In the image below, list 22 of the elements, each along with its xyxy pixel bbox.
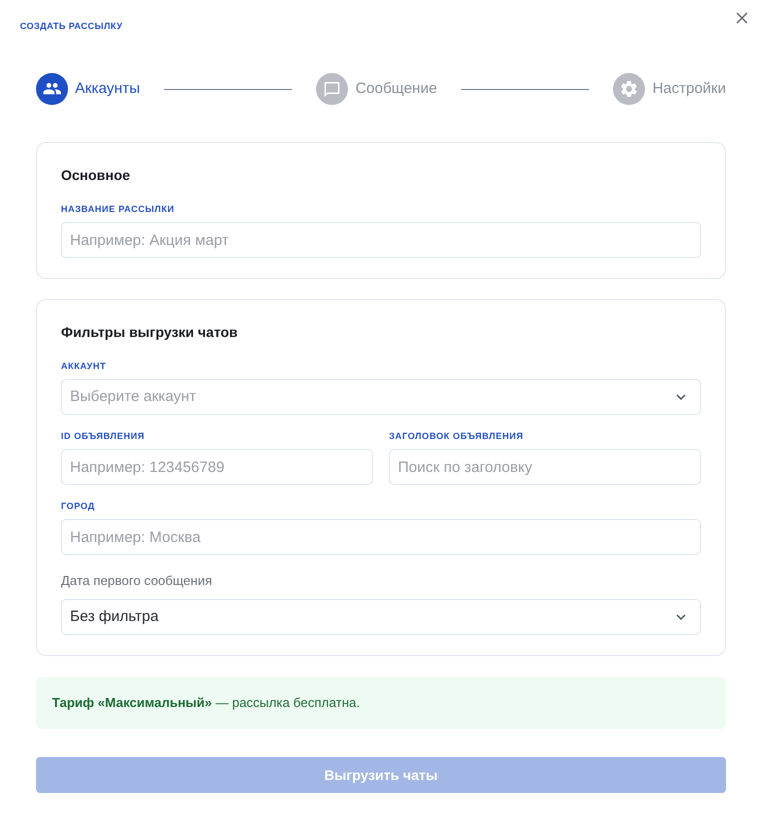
text-input[interactable]: Например: Москва <box>61 519 701 555</box>
section-heading: Фильтры выгрузки чатов <box>61 323 239 342</box>
text-input[interactable]: Например: 123456789 <box>61 449 373 485</box>
text-input[interactable]: Поиск по заголовку <box>389 449 701 485</box>
close-icon[interactable] <box>736 12 748 24</box>
chevron-down-icon <box>676 614 686 620</box>
notice-text: Тариф «Максимальный» — рассылка бесплатна. <box>52 694 360 712</box>
dropdown-field[interactable]: Выберите аккаунт <box>61 379 701 415</box>
field-label: ID ОБЪЯВЛЕНИЯ <box>61 430 146 442</box>
dialog-title: СОЗДАТЬ РАССЫЛКУ <box>20 20 123 32</box>
field-label: ЗАГОЛОВОК ОБЪЯВЛЕНИЯ <box>389 430 524 442</box>
field-label: НАЗВАНИЕ РАССЫЛКИ <box>61 203 176 215</box>
step-label: Аккаунты <box>75 78 140 99</box>
field-label: ГОРОД <box>61 500 96 512</box>
chevron-down-icon <box>676 394 686 400</box>
text-input[interactable]: Например: Акция март <box>61 222 701 258</box>
step-label: Настройки <box>652 78 726 99</box>
field-label: Дата первого сообщения <box>61 572 213 590</box>
field-label: АККАУНТ <box>61 360 108 372</box>
dropdown-field[interactable]: Без фильтра <box>61 599 701 635</box>
section-heading: Основное <box>61 166 132 185</box>
step-label: Сообщение <box>355 78 438 99</box>
